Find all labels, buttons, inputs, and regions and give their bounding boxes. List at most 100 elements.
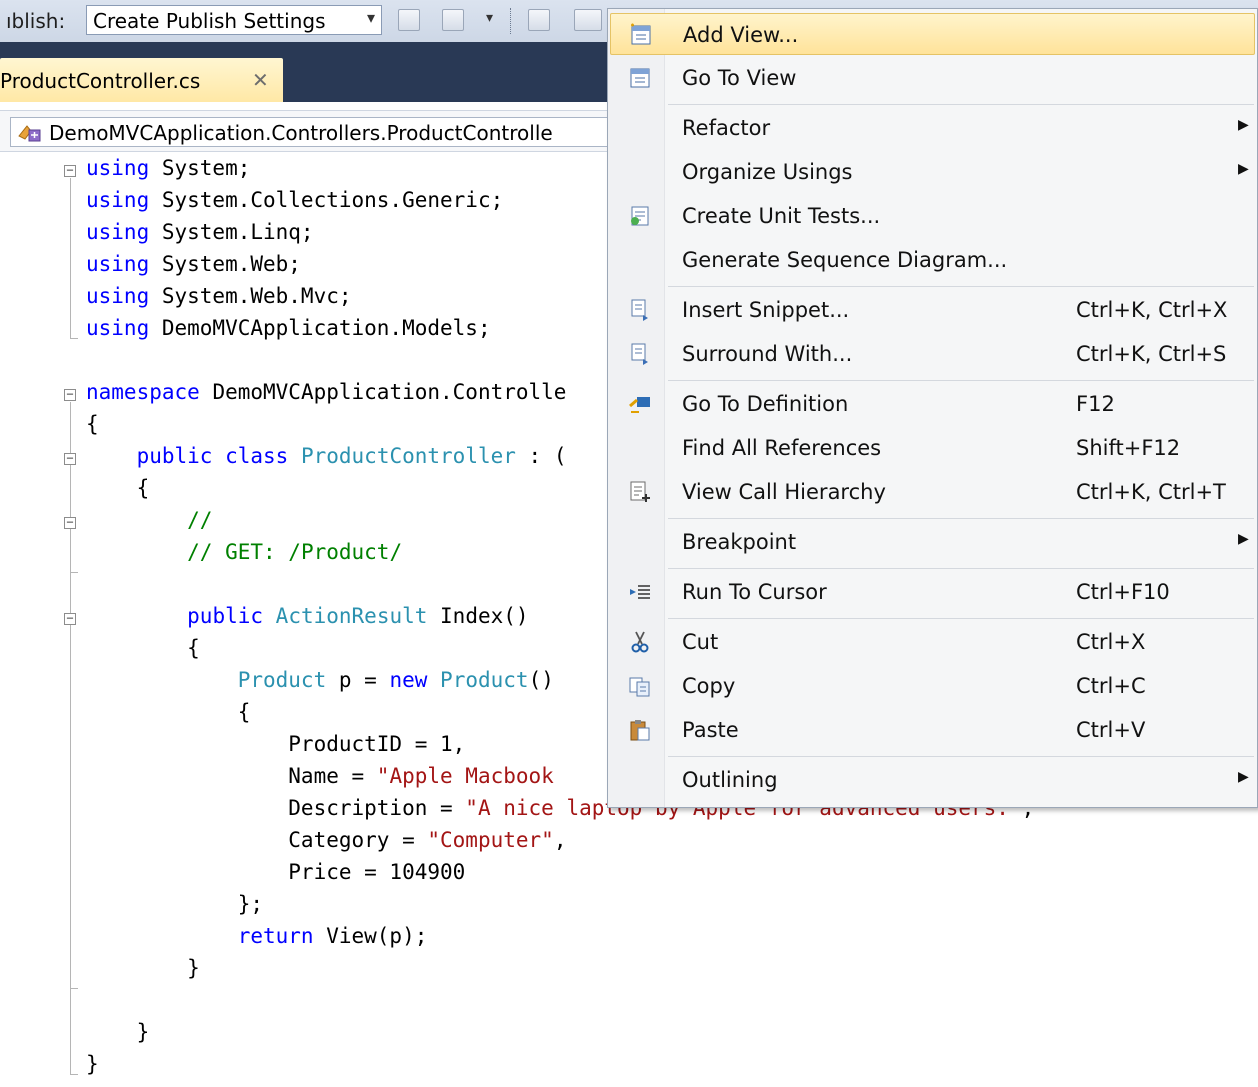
menu-item-label: Breakpoint: [682, 530, 797, 554]
code-line: using System.Web.Mvc;: [86, 284, 352, 308]
menu-item-shortcut: Ctrl+X: [1076, 630, 1146, 654]
toolbar-overflow-icon[interactable]: ▾: [486, 10, 493, 26]
outline-guide: [70, 178, 71, 338]
code-line: }: [86, 1020, 150, 1044]
submenu-arrow-icon: ▶: [1238, 117, 1249, 133]
code-line: public ActionResult Index(): [187, 604, 529, 628]
code-line: {: [86, 636, 200, 660]
menu-item-label: Organize Usings: [682, 160, 853, 184]
scissors-icon: [631, 631, 649, 653]
menu-item-label: Insert Snippet...: [682, 298, 850, 322]
menu-separator: [668, 518, 1254, 519]
menu-item-copy[interactable]: Copy Ctrl+C: [610, 665, 1255, 707]
menu-item-organize-usings[interactable]: Organize Usings ▶: [610, 151, 1255, 193]
menu-item-run-to-cursor[interactable]: Run To Cursor Ctrl+F10: [610, 571, 1255, 613]
menu-separator: [668, 568, 1254, 569]
menu-item-label: Surround With...: [682, 342, 853, 366]
menu-item-label: Generate Sequence Diagram...: [682, 248, 1008, 272]
menu-item-paste[interactable]: Paste Ctrl+V: [610, 709, 1255, 751]
menu-item-add-view[interactable]: Add View...: [610, 13, 1255, 55]
tab-productcontroller[interactable]: ProductController.cs ✕: [0, 58, 283, 102]
code-line: }: [86, 956, 200, 980]
menu-item-label: Run To Cursor: [682, 580, 827, 604]
menu-item-outlining[interactable]: Outlining ▶: [610, 759, 1255, 801]
menu-item-shortcut: Ctrl+C: [1076, 674, 1146, 698]
menu-item-shortcut: Ctrl+K, Ctrl+X: [1076, 298, 1228, 322]
menu-item-label: View Call Hierarchy: [682, 480, 886, 504]
code-line: {: [86, 412, 99, 436]
outline-tick: [70, 338, 78, 339]
toolbar-action-icon[interactable]: [528, 9, 550, 31]
menu-item-label: Outlining: [682, 768, 778, 792]
menu-item-go-to-definition[interactable]: Go To Definition F12: [610, 383, 1255, 425]
unit-test-icon: [631, 206, 649, 226]
collapse-toggle[interactable]: −: [64, 388, 76, 401]
publish-settings-value: Create Publish Settings: [93, 9, 326, 33]
menu-item-label: Paste: [682, 718, 739, 742]
publish-web-icon[interactable]: [398, 9, 420, 31]
menu-item-label: Go To View: [682, 66, 797, 90]
code-line: using System.Linq;: [86, 220, 314, 244]
menu-item-view-call-hierarchy[interactable]: View Call Hierarchy Ctrl+K, Ctrl+T: [610, 471, 1255, 513]
copy-icon: [629, 677, 650, 697]
run-to-cursor-icon: [630, 585, 650, 599]
menu-item-breakpoint[interactable]: Breakpoint ▶: [610, 521, 1255, 563]
surround-with-icon: [631, 343, 648, 365]
class-icon: [18, 125, 41, 142]
code-line: namespace DemoMVCApplication.Controlle: [86, 380, 567, 404]
menu-separator: [668, 286, 1254, 287]
code-line: }: [86, 1052, 99, 1076]
menu-item-shortcut: Ctrl+V: [1076, 718, 1146, 742]
call-hierarchy-icon: [630, 481, 650, 502]
menu-item-shortcut: F12: [1076, 392, 1115, 416]
class-navigation-value: DemoMVCApplication.Controllers.ProductCo…: [49, 121, 553, 145]
code-line: return View(p);: [237, 924, 428, 948]
menu-separator: [668, 756, 1254, 757]
chevron-down-icon[interactable]: ▾: [367, 8, 375, 27]
menu-item-generate-sequence-diagram[interactable]: Generate Sequence Diagram...: [610, 239, 1255, 281]
collapse-toggle[interactable]: −: [64, 612, 76, 625]
publish-settings-select[interactable]: Create Publish Settings ▾: [86, 5, 382, 35]
class-navigation-combo[interactable]: DemoMVCApplication.Controllers.ProductCo…: [10, 117, 608, 147]
go-to-view-icon: [630, 68, 650, 88]
close-icon[interactable]: ✕: [252, 68, 269, 92]
code-line: {: [86, 476, 150, 500]
submenu-arrow-icon: ▶: [1238, 531, 1249, 547]
code-line: using System;: [86, 156, 251, 180]
code-line: Name = "Apple Macbook: [86, 764, 554, 788]
menu-separator: [668, 104, 1254, 105]
menu-item-go-to-view[interactable]: Go To View: [610, 57, 1255, 99]
collapse-toggle[interactable]: −: [64, 164, 76, 177]
submenu-arrow-icon: ▶: [1238, 769, 1249, 785]
menu-item-refactor[interactable]: Refactor ▶: [610, 107, 1255, 149]
menu-separator: [668, 618, 1254, 619]
code-line: using System.Collections.Generic;: [86, 188, 504, 212]
menu-item-label: Find All References: [682, 436, 882, 460]
publish-label: ıblish:: [6, 9, 66, 33]
menu-item-create-unit-tests[interactable]: Create Unit Tests...: [610, 195, 1255, 237]
toolbar-action2-icon[interactable]: [574, 9, 602, 31]
collapse-toggle[interactable]: −: [64, 452, 76, 465]
code-line: {: [86, 700, 251, 724]
toolbar-separator: [510, 8, 513, 34]
code-line: ProductID = 1,: [86, 732, 466, 756]
code-line: // GET: /Product/: [187, 540, 403, 564]
menu-item-label: Copy: [682, 674, 736, 698]
code-line: Product p = new Product(): [237, 668, 554, 692]
menu-item-surround-with[interactable]: Surround With... Ctrl+K, Ctrl+S: [610, 333, 1255, 375]
menu-item-find-all-references[interactable]: Find All References Shift+F12: [610, 427, 1255, 469]
menu-item-label: Cut: [682, 630, 719, 654]
code-line: Price = 104900: [86, 860, 466, 884]
menu-item-shortcut: Ctrl+F10: [1076, 580, 1170, 604]
menu-item-insert-snippet[interactable]: Insert Snippet... Ctrl+K, Ctrl+X: [610, 289, 1255, 331]
menu-item-shortcut: Ctrl+K, Ctrl+S: [1076, 342, 1227, 366]
code-line: public class ProductController : (: [136, 444, 567, 468]
submenu-arrow-icon: ▶: [1238, 161, 1249, 177]
publish-settings-icon[interactable]: [442, 9, 464, 31]
code-line: using System.Web;: [86, 252, 301, 276]
code-line: Category = "Computer",: [86, 828, 567, 852]
menu-item-shortcut: Shift+F12: [1076, 436, 1181, 460]
menu-item-cut[interactable]: Cut Ctrl+X: [610, 621, 1255, 663]
menu-item-label: Add View...: [683, 23, 799, 47]
collapse-toggle[interactable]: −: [64, 516, 76, 529]
